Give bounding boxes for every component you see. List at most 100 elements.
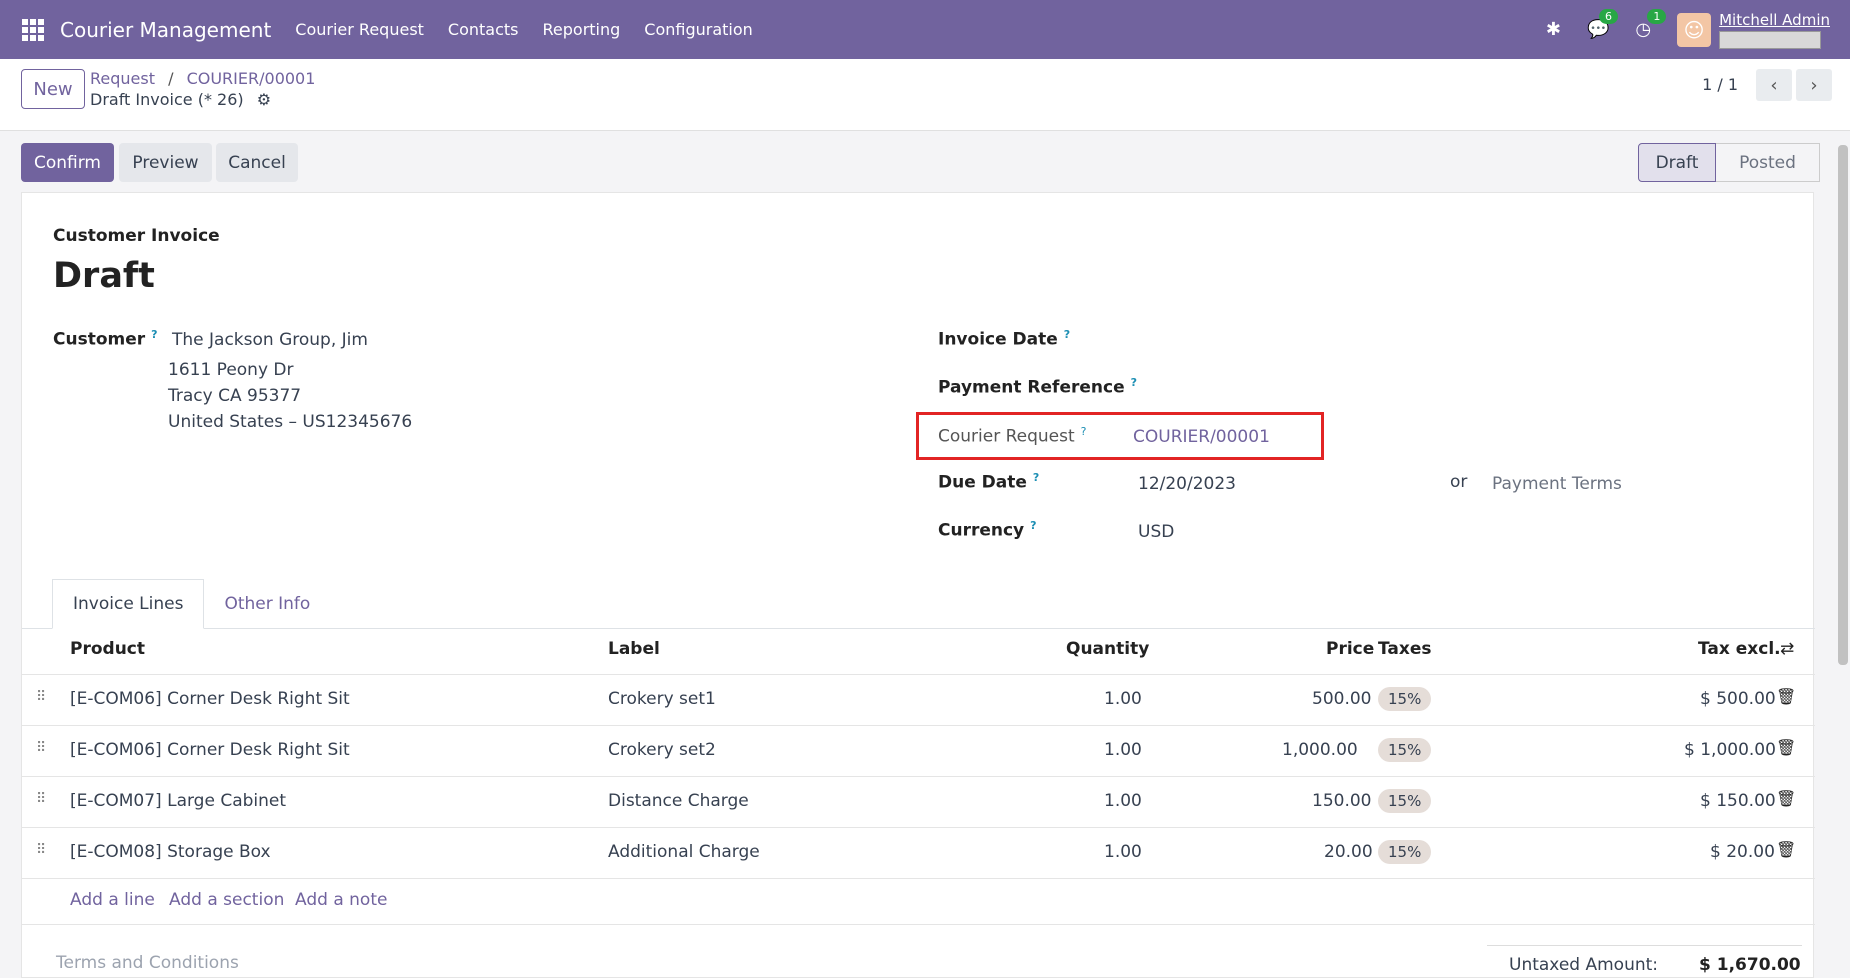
chevron-left-icon: ‹ [1770, 74, 1778, 96]
status-draft[interactable]: Draft [1638, 143, 1716, 182]
customer-address-line3: United States – US12345676 [168, 412, 413, 432]
currency-field[interactable]: USD [1138, 522, 1174, 542]
cancel-button[interactable]: Cancel [216, 143, 298, 182]
database-name-redacted [1719, 30, 1822, 49]
payment-reference-label: Payment Reference? [938, 376, 1137, 398]
debug-bug-icon[interactable]: ✱ [1546, 19, 1561, 40]
customer-address-line1: 1611 Peony Dr [168, 360, 294, 380]
row-product[interactable]: [E-COM08] Storage Box [70, 842, 271, 862]
pager-next-button[interactable]: › [1796, 69, 1832, 101]
table-row[interactable]: ⠿ [E-COM07] Large Cabinet Distance Charg… [22, 776, 1815, 827]
app-name[interactable]: Courier Management [60, 18, 271, 42]
column-product[interactable]: Product [70, 639, 145, 659]
pager-value[interactable]: 1 / 1 [1702, 75, 1738, 94]
column-settings-icon[interactable]: ⇄ [1780, 639, 1794, 659]
activities-badge: 1 [1647, 9, 1667, 24]
trash-icon[interactable]: 🗑 [1776, 687, 1796, 706]
add-note-link[interactable]: Add a note [295, 890, 387, 910]
status-posted[interactable]: Posted [1716, 143, 1820, 182]
invoice-date-label: Invoice Date? [938, 328, 1071, 350]
trash-icon[interactable]: 🗑 [1776, 840, 1796, 859]
messages-icon[interactable]: 💬 6 [1587, 9, 1618, 40]
row-quantity[interactable]: 1.00 [1104, 689, 1142, 709]
row-subtotal: $ 20.00 [1710, 842, 1775, 862]
row-tax-badge[interactable]: 15% [1378, 738, 1432, 762]
row-tax-badge[interactable]: 15% [1378, 789, 1432, 813]
record-name: Draft Invoice (* 26) ⚙ [90, 90, 271, 109]
tab-other-info[interactable]: Other Info [204, 579, 330, 629]
avatar[interactable]: ☺ [1677, 12, 1712, 47]
drag-handle-icon[interactable]: ⠿ [36, 689, 46, 705]
row-price[interactable]: 20.00 [1324, 842, 1373, 862]
activities-clock-icon[interactable]: ◷ 1 [1635, 9, 1667, 40]
row-label[interactable]: Distance Charge [608, 791, 749, 811]
payment-terms-field[interactable]: Payment Terms [1492, 474, 1622, 494]
row-label[interactable]: Additional Charge [608, 842, 760, 862]
row-subtotal: $ 150.00 [1700, 791, 1776, 811]
currency-label: Currency? [938, 519, 1037, 541]
preview-button[interactable]: Preview [119, 143, 212, 182]
notebook-tabs: Invoice Lines Other Info [52, 579, 330, 629]
courier-request-label: Courier Request? [938, 425, 1087, 447]
due-date-field[interactable]: 12/20/2023 [1138, 474, 1236, 494]
row-quantity[interactable]: 1.00 [1104, 791, 1142, 811]
row-price[interactable]: 500.00 [1312, 689, 1371, 709]
add-section-link[interactable]: Add a section [169, 890, 284, 910]
table-row[interactable]: ⠿ [E-COM08] Storage Box Additional Charg… [22, 827, 1815, 878]
row-tax-badge[interactable]: 15% [1378, 687, 1432, 711]
apps-grid-icon[interactable] [22, 18, 44, 41]
drag-handle-icon[interactable]: ⠿ [36, 791, 46, 807]
due-date-label: Due Date? [938, 471, 1040, 493]
column-price[interactable]: Price [1326, 639, 1374, 659]
row-label[interactable]: Crokery set1 [608, 689, 716, 709]
menu-contacts[interactable]: Contacts [448, 20, 519, 39]
invoice-type: Customer Invoice [53, 226, 220, 246]
row-price[interactable]: 1,000.00 [1282, 740, 1358, 760]
row-product[interactable]: [E-COM06] Corner Desk Right Sit [70, 689, 350, 709]
user-name[interactable]: Mitchell Admin [1719, 11, 1830, 29]
row-label[interactable]: Crokery set2 [608, 740, 716, 760]
breadcrumb-request[interactable]: Request [90, 69, 155, 88]
row-quantity[interactable]: 1.00 [1104, 842, 1142, 862]
add-line-link[interactable]: Add a line [70, 890, 155, 910]
table-row[interactable]: ⠿ [E-COM06] Corner Desk Right Sit Croker… [22, 674, 1815, 725]
column-label[interactable]: Label [608, 639, 660, 659]
row-price[interactable]: 150.00 [1312, 791, 1371, 811]
row-subtotal: $ 500.00 [1700, 689, 1776, 709]
top-navbar: Courier Management Courier Request Conta… [0, 0, 1850, 59]
chevron-right-icon: › [1810, 74, 1818, 96]
status-bar: Draft Posted [1638, 143, 1820, 182]
breadcrumb-courier[interactable]: COURIER/00001 [187, 69, 316, 88]
customer-field[interactable]: The Jackson Group, Jim [172, 330, 368, 350]
column-tax-excl[interactable]: Tax excl. [1698, 639, 1781, 659]
confirm-button[interactable]: Confirm [21, 143, 114, 182]
drag-handle-icon[interactable]: ⠿ [36, 740, 46, 756]
row-product[interactable]: [E-COM06] Corner Desk Right Sit [70, 740, 350, 760]
page-title: Draft [53, 256, 155, 296]
new-button[interactable]: New [21, 69, 85, 109]
row-tax-badge[interactable]: 15% [1378, 840, 1432, 864]
control-panel: New Request / COURIER/00001 Draft Invoic… [0, 59, 1850, 131]
pager-previous-button[interactable]: ‹ [1756, 69, 1792, 101]
record-name-text: Draft Invoice (* 26) [90, 90, 244, 109]
trash-icon[interactable]: 🗑 [1776, 789, 1796, 808]
menu-courier-request[interactable]: Courier Request [295, 20, 424, 39]
messages-badge: 6 [1598, 9, 1618, 24]
menu-reporting[interactable]: Reporting [543, 20, 621, 39]
action-bar: Confirm Preview Cancel Draft Posted [0, 131, 1850, 191]
courier-request-field[interactable]: COURIER/00001 [1133, 427, 1270, 447]
gear-icon[interactable]: ⚙ [257, 90, 271, 109]
trash-icon[interactable]: 🗑 [1776, 738, 1796, 757]
scrollbar[interactable] [1838, 145, 1848, 665]
breadcrumb-separator: / [168, 69, 174, 88]
table-bottom-border [22, 878, 1815, 879]
column-taxes[interactable]: Taxes [1378, 639, 1432, 659]
tab-invoice-lines[interactable]: Invoice Lines [52, 579, 205, 629]
terms-conditions-field[interactable]: Terms and Conditions [56, 953, 239, 973]
column-quantity[interactable]: Quantity [1066, 639, 1149, 659]
drag-handle-icon[interactable]: ⠿ [36, 842, 46, 858]
table-row[interactable]: ⠿ [E-COM06] Corner Desk Right Sit Croker… [22, 725, 1815, 776]
row-product[interactable]: [E-COM07] Large Cabinet [70, 791, 286, 811]
menu-configuration[interactable]: Configuration [644, 20, 753, 39]
row-quantity[interactable]: 1.00 [1104, 740, 1142, 760]
